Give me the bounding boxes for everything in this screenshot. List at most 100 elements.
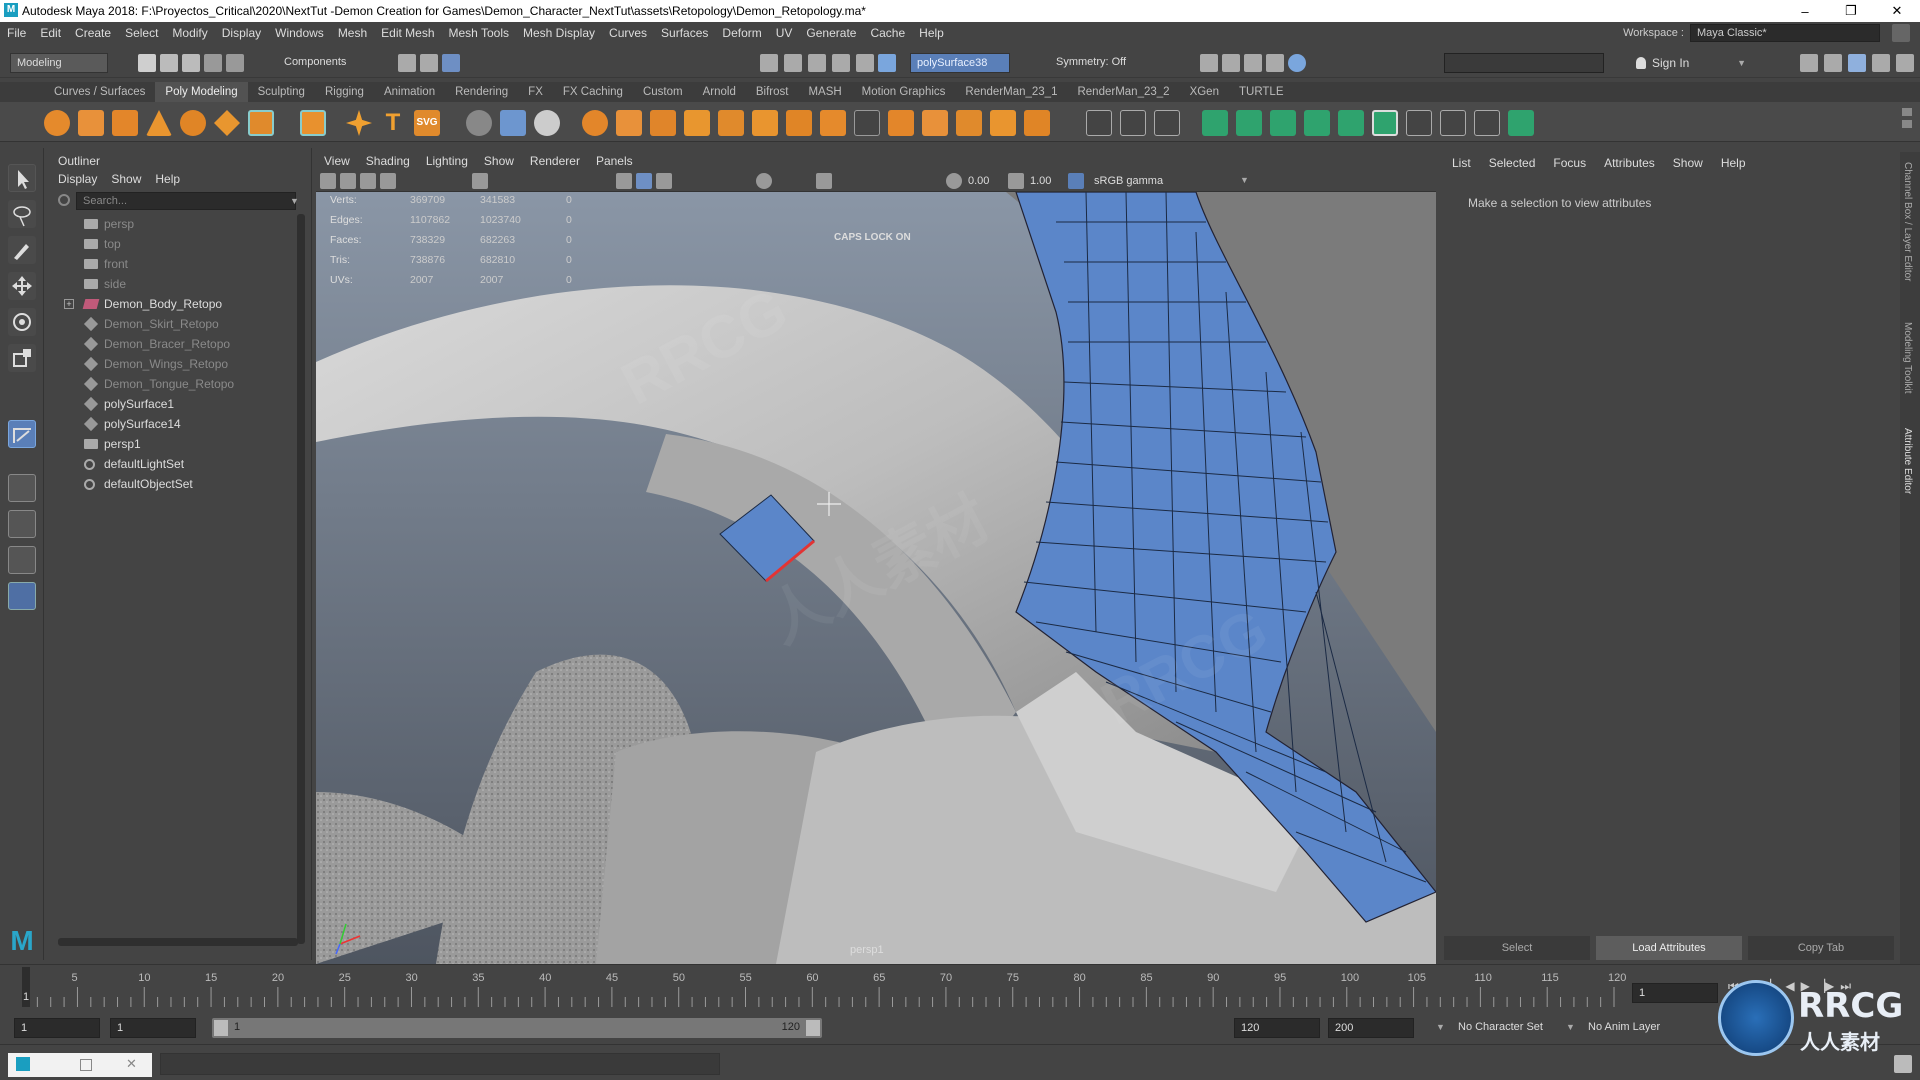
platonic-solid-icon[interactable] bbox=[300, 110, 326, 136]
bridge-icon[interactable] bbox=[990, 110, 1016, 136]
outliner-menu-help[interactable]: Help bbox=[155, 172, 180, 186]
menu-mesh-tools[interactable]: Mesh Tools bbox=[442, 26, 516, 40]
outliner-item[interactable]: front bbox=[58, 254, 298, 274]
menu-edit[interactable]: Edit bbox=[33, 26, 68, 40]
sign-in-button[interactable]: Sign In ▼ bbox=[1636, 54, 1746, 72]
single-perspective-layout-icon[interactable] bbox=[8, 474, 36, 502]
fill-hole-icon[interactable] bbox=[956, 110, 982, 136]
remesh-icon[interactable] bbox=[888, 110, 914, 136]
viewport-menu-panels[interactable]: Panels bbox=[588, 154, 641, 168]
start-time-field[interactable]: 1 bbox=[14, 1018, 100, 1038]
outliner-item[interactable]: + Demon_Body_Retopo bbox=[58, 294, 298, 314]
bookmarks-icon[interactable] bbox=[360, 173, 376, 189]
perspective-viewport[interactable]: RRCG 人人素材 RRCG Verts:3697093415830Edges:… bbox=[316, 192, 1436, 964]
close-button[interactable]: ✕ bbox=[1874, 0, 1920, 22]
smooth-shade-icon[interactable] bbox=[636, 173, 652, 189]
menu-file[interactable]: File bbox=[0, 26, 33, 40]
offset-edge-loop-icon[interactable] bbox=[1338, 110, 1364, 136]
multi-cut-icon[interactable] bbox=[1086, 110, 1112, 136]
outliner-item[interactable]: defaultObjectSet bbox=[58, 474, 298, 494]
shelf-tab-curves-surfaces[interactable]: Curves / Surfaces bbox=[44, 82, 155, 102]
menu-mesh-display[interactable]: Mesh Display bbox=[516, 26, 602, 40]
render-settings-icon[interactable] bbox=[1266, 54, 1284, 72]
command-quick-field[interactable] bbox=[1444, 53, 1604, 73]
maximize-button[interactable]: ❐ bbox=[1828, 0, 1874, 22]
shelf-tab-rendering[interactable]: Rendering bbox=[445, 82, 518, 102]
outliner-search-input[interactable]: Search... bbox=[76, 192, 296, 210]
xray-icon[interactable] bbox=[756, 173, 772, 189]
live-object-field[interactable]: polySurface38 bbox=[910, 53, 1010, 73]
outliner-item[interactable]: persp1 bbox=[58, 434, 298, 454]
menu-create[interactable]: Create bbox=[68, 26, 118, 40]
attribute-editor-side-tab[interactable]: Attribute Editor bbox=[1902, 428, 1913, 494]
hypershade-icon[interactable] bbox=[1288, 54, 1306, 72]
grid-toggle-icon[interactable] bbox=[472, 173, 488, 189]
shelf-tab-fx-caching[interactable]: FX Caching bbox=[553, 82, 633, 102]
lock-icon[interactable] bbox=[1892, 24, 1910, 42]
viewport-menu-show[interactable]: Show bbox=[476, 154, 522, 168]
move-tool-icon[interactable] bbox=[8, 272, 36, 300]
select-by-component-icon[interactable] bbox=[442, 54, 460, 72]
render-current-icon[interactable] bbox=[1222, 54, 1240, 72]
time-slider[interactable]: 5 10 15 20 25 30 35 40 45 50 55 60 65 70 75 80 85 90 95 100… bbox=[0, 964, 1920, 1010]
modeling-toolkit-icon[interactable] bbox=[1800, 54, 1818, 72]
snap-surface-icon[interactable] bbox=[832, 54, 850, 72]
load-attributes-button[interactable]: Load Attributes bbox=[1596, 936, 1742, 960]
shelf-tab-rigging[interactable]: Rigging bbox=[315, 82, 374, 102]
copy-tab-button[interactable]: Copy Tab bbox=[1748, 936, 1894, 960]
character-controls-icon[interactable] bbox=[1824, 54, 1842, 72]
poly-cylinder-icon[interactable] bbox=[112, 110, 138, 136]
menu-windows[interactable]: Windows bbox=[268, 26, 331, 40]
viewport-menu-shading[interactable]: Shading bbox=[358, 154, 418, 168]
shelf-tab-poly-modeling[interactable]: Poly Modeling bbox=[155, 82, 248, 102]
shelf-scroll-down-icon[interactable] bbox=[1902, 120, 1912, 128]
poly-cube-icon[interactable] bbox=[78, 110, 104, 136]
select-by-object-icon[interactable] bbox=[420, 54, 438, 72]
menu-uv[interactable]: UV bbox=[769, 26, 800, 40]
snap-live-icon[interactable] bbox=[856, 54, 874, 72]
selection-mode-dropdown[interactable]: Components bbox=[278, 53, 378, 73]
snap-point-icon[interactable] bbox=[808, 54, 826, 72]
outliner-item[interactable]: polySurface14 bbox=[58, 414, 298, 434]
poly-disc-icon[interactable] bbox=[248, 110, 274, 136]
menu-generate[interactable]: Generate bbox=[799, 26, 863, 40]
attr-select-button[interactable]: Select bbox=[1444, 936, 1590, 960]
gamma-value[interactable]: 1.00 bbox=[1030, 175, 1051, 187]
anim-layer-dropdown[interactable]: No Anim Layer bbox=[1588, 1021, 1660, 1033]
attr-menu-help[interactable]: Help bbox=[1721, 156, 1746, 170]
connect-icon[interactable] bbox=[1154, 110, 1180, 136]
current-frame-field[interactable]: 1 bbox=[1632, 983, 1718, 1003]
outliner-vertical-scrollbar[interactable] bbox=[297, 214, 305, 944]
extract-icon[interactable] bbox=[650, 110, 676, 136]
shelf-tab-animation[interactable]: Animation bbox=[374, 82, 445, 102]
attr-menu-focus[interactable]: Focus bbox=[1553, 156, 1586, 170]
maya-taskbar-item[interactable]: ✕ bbox=[8, 1053, 152, 1077]
mel-command-input[interactable] bbox=[160, 1053, 720, 1075]
render-view-icon[interactable] bbox=[1200, 54, 1218, 72]
isolate-select-icon[interactable] bbox=[816, 173, 832, 189]
menu-curves[interactable]: Curves bbox=[602, 26, 654, 40]
expand-icon[interactable]: + bbox=[64, 299, 74, 309]
smooth-icon[interactable] bbox=[820, 110, 846, 136]
shelf-tab-custom[interactable]: Custom bbox=[633, 82, 693, 102]
outliner-item[interactable]: Demon_Skirt_Retopo bbox=[58, 314, 298, 334]
gamma-icon[interactable] bbox=[1008, 173, 1024, 189]
end-time-field[interactable]: 200 bbox=[1328, 1018, 1414, 1038]
poke-icon[interactable] bbox=[1508, 110, 1534, 136]
new-scene-icon[interactable] bbox=[138, 54, 156, 72]
range-slider[interactable]: 1 120 bbox=[212, 1018, 822, 1038]
task-restore-icon[interactable] bbox=[80, 1059, 92, 1071]
svg-tool-icon[interactable]: SVG bbox=[414, 110, 440, 136]
outliner-menu-show[interactable]: Show bbox=[111, 172, 141, 186]
boolean-difference-icon[interactable] bbox=[718, 110, 744, 136]
delete-edge-icon[interactable] bbox=[1474, 110, 1500, 136]
playback-start-field[interactable]: 1 bbox=[110, 1018, 196, 1038]
merge-icon[interactable] bbox=[1440, 110, 1466, 136]
retopologize-icon[interactable] bbox=[922, 110, 948, 136]
outliner-item[interactable]: Demon_Tongue_Retopo bbox=[58, 374, 298, 394]
menu-cache[interactable]: Cache bbox=[863, 26, 912, 40]
minimize-button[interactable]: – bbox=[1782, 0, 1828, 22]
outliner-menu-display[interactable]: Display bbox=[58, 172, 97, 186]
viewport-menu-renderer[interactable]: Renderer bbox=[522, 154, 588, 168]
menu-modify[interactable]: Modify bbox=[165, 26, 214, 40]
